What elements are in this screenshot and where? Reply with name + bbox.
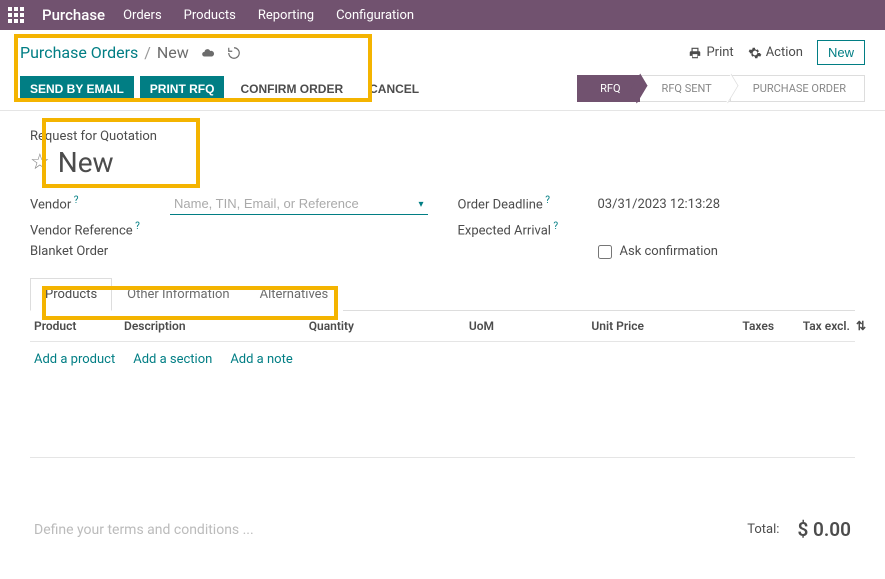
menu-products[interactable]: Products (184, 8, 236, 23)
confirm-order-button[interactable]: CONFIRM ORDER (230, 76, 353, 102)
col-taxes: Taxes (644, 319, 774, 333)
menu-configuration[interactable]: Configuration (336, 8, 414, 23)
expected-arrival-label: Expected Arrival ? (458, 221, 588, 238)
col-description: Description (124, 319, 234, 333)
help-icon[interactable]: ? (133, 221, 140, 232)
tab-alternatives[interactable]: Alternatives (245, 278, 344, 311)
action-label: Action (766, 45, 803, 60)
send-email-button[interactable]: SEND BY EMAIL (20, 76, 134, 102)
breadcrumb: Purchase Orders / New (20, 43, 241, 62)
favorite-star-icon[interactable]: ☆ (30, 150, 50, 175)
ask-confirmation-label: Ask confirmation (620, 244, 719, 259)
discard-icon[interactable] (227, 45, 241, 60)
add-product-link[interactable]: Add a product (34, 352, 115, 367)
order-deadline-label: Order Deadline ? (458, 195, 588, 212)
menu-reporting[interactable]: Reporting (258, 8, 314, 23)
tabs: Products Other Information Alternatives (30, 277, 855, 311)
blanket-order-label: Blanket Order (30, 244, 160, 259)
new-button[interactable]: New (817, 40, 865, 65)
stage-rfq-sent[interactable]: RFQ SENT (640, 75, 731, 102)
action-button[interactable]: Action (748, 45, 803, 60)
help-icon[interactable]: ? (543, 195, 550, 206)
apps-icon[interactable] (8, 7, 24, 23)
vendor-reference-label: Vendor Reference ? (30, 221, 160, 238)
add-note-link[interactable]: Add a note (230, 352, 292, 367)
print-button[interactable]: Print (688, 45, 733, 60)
print-label: Print (706, 45, 733, 60)
stage-purchase-order[interactable]: PURCHASE ORDER (731, 75, 865, 102)
stage-rfq[interactable]: RFQ (577, 75, 639, 102)
vendor-input[interactable] (170, 193, 428, 215)
col-quantity: Quantity (234, 319, 354, 333)
vendor-label: Vendor ? (30, 195, 160, 212)
gear-icon (748, 46, 762, 60)
top-nav: Purchase Orders Products Reporting Confi… (0, 0, 885, 30)
print-icon (688, 46, 702, 60)
help-icon[interactable]: ? (551, 221, 558, 232)
col-tax-excl: Tax excl. (803, 319, 850, 333)
col-product: Product (34, 319, 124, 333)
total-value: $ 0.00 (797, 518, 851, 541)
add-section-link[interactable]: Add a section (133, 352, 212, 367)
tab-other-information[interactable]: Other Information (112, 278, 244, 311)
stage-bar: RFQ RFQ SENT PURCHASE ORDER (577, 75, 865, 102)
sheet-title: New (58, 146, 114, 179)
breadcrumb-current: New (157, 43, 189, 62)
print-rfq-button[interactable]: PRINT RFQ (140, 76, 225, 102)
cancel-button[interactable]: CANCEL (359, 76, 429, 102)
cloud-save-icon[interactable] (201, 45, 215, 60)
menu-orders[interactable]: Orders (123, 8, 162, 23)
order-deadline-value[interactable]: 03/31/2023 12:13:28 (598, 197, 721, 212)
breadcrumb-root[interactable]: Purchase Orders (20, 43, 138, 62)
col-unit-price: Unit Price (494, 319, 644, 333)
column-settings-icon[interactable]: ⇅ (856, 319, 866, 333)
products-table-header: Product Description Quantity UoM Unit Pr… (30, 311, 855, 342)
breadcrumb-sep: / (144, 43, 151, 62)
ask-confirmation-checkbox[interactable] (598, 245, 612, 259)
total-label: Total: (747, 522, 779, 537)
sheet-subtitle: Request for Quotation (30, 129, 855, 144)
col-uom: UoM (354, 319, 494, 333)
app-brand[interactable]: Purchase (42, 6, 105, 24)
terms-placeholder[interactable]: Define your terms and conditions ... (34, 522, 254, 538)
help-icon[interactable]: ? (71, 195, 78, 206)
tab-products[interactable]: Products (30, 278, 112, 311)
